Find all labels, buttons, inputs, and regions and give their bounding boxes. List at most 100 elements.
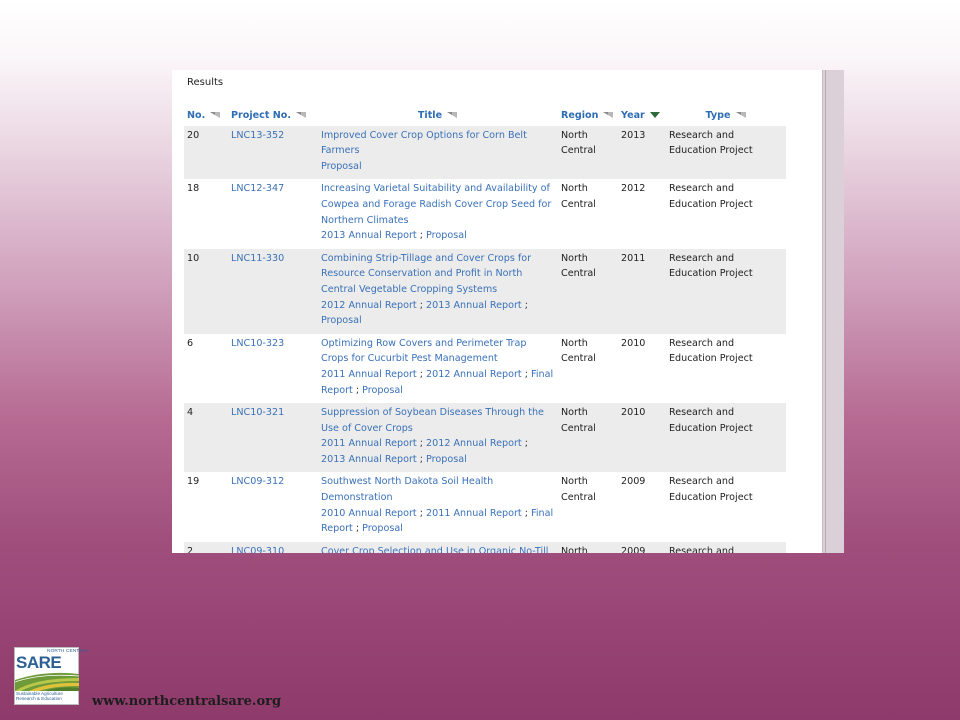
table-row: 20 LNC13-352 Improved Cover Crop Options f…: [184, 125, 786, 180]
row-number: 19: [184, 472, 228, 541]
row-number-text: 4: [187, 407, 194, 419]
report-separator: ;: [416, 230, 427, 242]
year-text: 2012: [621, 183, 646, 195]
column-header-title[interactable]: Title: [318, 106, 558, 126]
report-link[interactable]: 2012 Annual Report: [426, 438, 522, 449]
table-row: 2 LNC09-310 Cover Crop Selection and Use i…: [184, 541, 786, 553]
row-number-text: 10: [187, 252, 200, 264]
footer-website-url[interactable]: www.northcentralsare.org: [92, 694, 281, 709]
type-text: Research and Education Project: [669, 407, 753, 434]
type-text: Research and Education Project: [669, 129, 753, 157]
project-number-cell: LNC09-310: [228, 541, 318, 553]
report-link[interactable]: 2013 Annual Report: [321, 454, 417, 465]
table-row: 6 LNC10-323 Optimizing Row Covers and Peri…: [184, 334, 786, 403]
row-number: 20: [184, 125, 228, 180]
project-number-cell: LNC12-347: [228, 179, 318, 248]
region-text: North Central: [561, 252, 596, 280]
report-separator: ;: [416, 507, 427, 519]
title-cell: Increasing Varietal Suitability and Avai…: [318, 179, 558, 248]
report-link[interactable]: Proposal: [362, 385, 403, 396]
project-number-link[interactable]: LNC09-312: [231, 476, 284, 487]
year-text: 2009: [621, 476, 646, 488]
report-link[interactable]: 2012 Annual Report: [321, 300, 417, 311]
sort-icon: [447, 112, 458, 118]
report-link[interactable]: Proposal: [426, 454, 467, 465]
region-cell: North Central: [558, 125, 618, 180]
report-link[interactable]: 2011 Annual Report: [321, 369, 417, 380]
report-link[interactable]: 2011 Annual Report: [426, 508, 522, 519]
type-text: Research and Education Project: [669, 545, 735, 553]
project-number-link[interactable]: LNC10-321: [231, 407, 284, 418]
report-separator: ;: [521, 368, 532, 380]
project-title-link[interactable]: Cover Crop Selection and Use in Organic …: [321, 546, 548, 553]
project-title-link[interactable]: Improved Cover Crop Options for Corn Bel…: [321, 130, 527, 157]
sort-icon: [210, 112, 221, 118]
year-cell: 2009: [618, 472, 666, 541]
type-text: Research and Education Project: [669, 183, 753, 210]
sare-logo: NORTH CENTRAL SARE Sustainable Agricultu…: [14, 647, 89, 705]
year-cell: 2012: [618, 179, 666, 248]
report-link[interactable]: 2012 Annual Report: [426, 369, 522, 380]
type-text: Research and Education Project: [669, 252, 753, 280]
project-title-link[interactable]: Increasing Varietal Suitability and Avai…: [321, 183, 551, 225]
title-cell: Cover Crop Selection and Use in Organic …: [318, 541, 558, 553]
column-header-region[interactable]: Region: [558, 106, 618, 126]
project-number-link[interactable]: LNC09-310: [231, 546, 284, 553]
row-number-text: 18: [187, 183, 200, 195]
title-cell: Optimizing Row Covers and Perimeter Trap…: [318, 334, 558, 403]
report-link[interactable]: Proposal: [321, 161, 362, 172]
sort-icon: [735, 112, 746, 118]
year-text: 2011: [621, 252, 646, 264]
report-link[interactable]: 2011 Annual Report: [321, 438, 417, 449]
column-header-project-no[interactable]: Project No.: [228, 106, 318, 126]
row-number: 10: [184, 248, 228, 334]
report-link[interactable]: Proposal: [426, 230, 467, 241]
report-link[interactable]: Proposal: [321, 315, 362, 326]
sort-icon: [603, 112, 614, 118]
type-text: Research and Education Project: [669, 476, 753, 504]
type-cell: Research and Education Project: [666, 179, 786, 248]
type-cell: Research and Education Project: [666, 125, 786, 180]
project-number-link[interactable]: LNC11-330: [231, 253, 284, 264]
row-number-text: 2: [187, 545, 194, 553]
type-cell: Research and Education Project: [666, 541, 786, 553]
project-title-link[interactable]: Optimizing Row Covers and Perimeter Trap…: [321, 338, 526, 365]
project-number-link[interactable]: LNC12-347: [231, 183, 284, 194]
title-cell: Southwest North Dakota Soil Health Demon…: [318, 472, 558, 541]
type-cell: Research and Education Project: [666, 334, 786, 403]
project-number-cell: LNC09-312: [228, 472, 318, 541]
report-separator: ;: [416, 438, 427, 450]
type-text: Research and Education Project: [669, 337, 753, 365]
type-cell: Research and Education Project: [666, 403, 786, 473]
report-link[interactable]: Proposal: [362, 523, 403, 534]
farm-field-icon: [15, 672, 79, 691]
report-separator: ;: [352, 523, 363, 535]
title-cell: Improved Cover Crop Options for Corn Bel…: [318, 125, 558, 180]
report-link[interactable]: 2010 Annual Report: [321, 508, 417, 519]
project-title-link[interactable]: Southwest North Dakota Soil Health Demon…: [321, 476, 493, 503]
report-separator: ;: [416, 299, 427, 311]
region-cell: North Central: [558, 179, 618, 248]
report-link[interactable]: 2013 Annual Report: [426, 300, 522, 311]
year-text: 2010: [621, 407, 646, 419]
logo-subtitle: Sustainable Agriculture Research & Educa…: [16, 691, 63, 702]
vertical-scrollbar[interactable]: [822, 70, 844, 553]
title-cell: Suppression of Soybean Diseases Through …: [318, 403, 558, 473]
row-number: 18: [184, 179, 228, 248]
project-title-link[interactable]: Suppression of Soybean Diseases Through …: [321, 407, 544, 434]
year-cell: 2013: [618, 125, 666, 180]
row-number-text: 20: [187, 129, 200, 141]
row-number: 6: [184, 334, 228, 403]
column-header-type[interactable]: Type: [666, 106, 786, 126]
report-link[interactable]: 2013 Annual Report: [321, 230, 417, 241]
project-number-link[interactable]: LNC10-323: [231, 338, 284, 349]
table-row: 10 LNC11-330 Combining Strip-Tillage and C…: [184, 248, 786, 334]
column-header-no[interactable]: No.: [184, 106, 228, 126]
project-number-link[interactable]: LNC13-352: [231, 130, 284, 141]
region-text: North Central: [561, 545, 588, 553]
project-title-link[interactable]: Combining Strip-Tillage and Cover Crops …: [321, 253, 531, 295]
sort-icon: [296, 112, 307, 118]
report-separator: ;: [521, 438, 528, 450]
column-header-year[interactable]: Year: [618, 106, 666, 126]
row-number-text: 19: [187, 476, 200, 488]
